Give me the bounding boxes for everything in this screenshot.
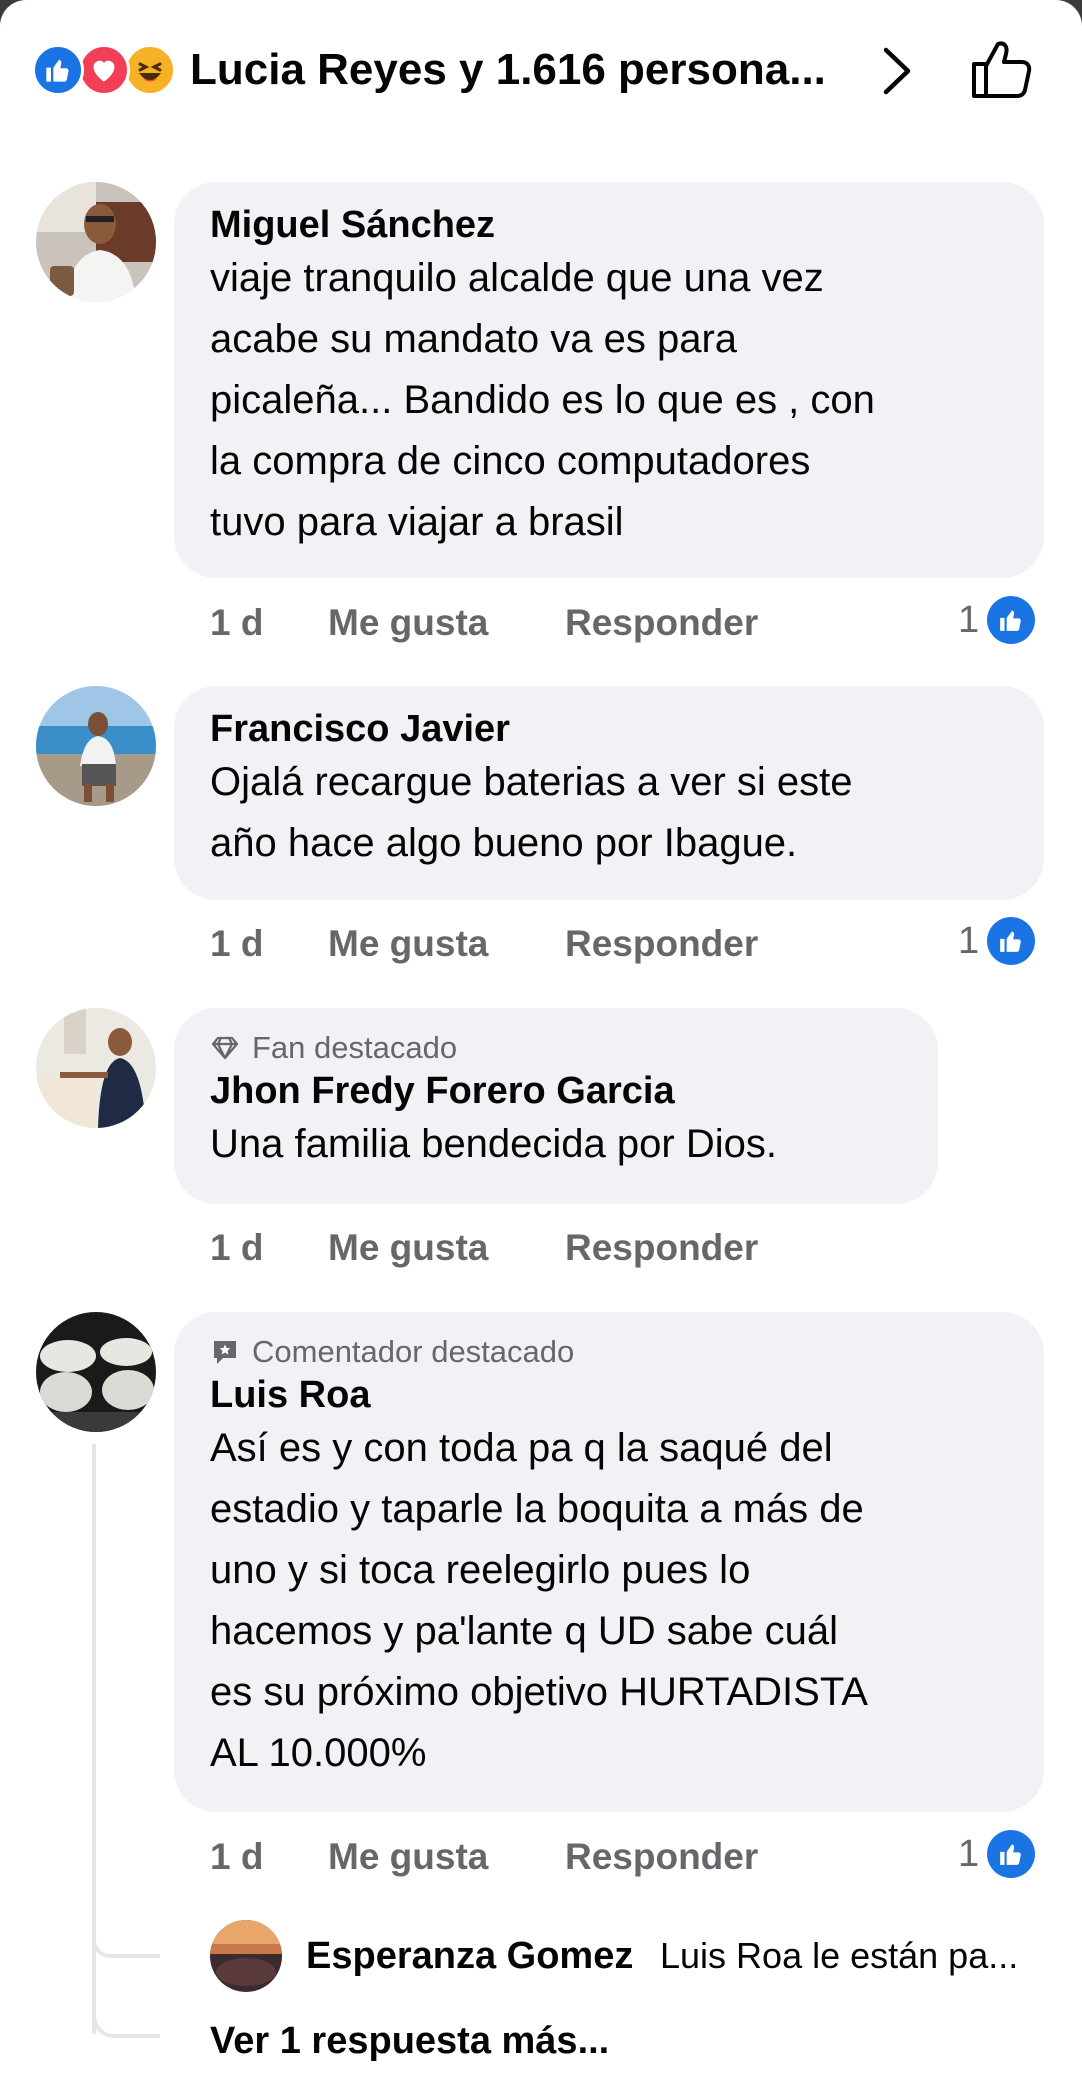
comment-text-line: estadio y taparle la boquita a más de <box>210 1487 864 1531</box>
comment-text-line: Una familia bendecida por Dios. <box>210 1122 777 1166</box>
chevron-right-icon[interactable] <box>876 46 916 96</box>
comment-text-line: picaleña... Bandido es lo que es , con <box>210 378 875 422</box>
comment-bubble[interactable]: Francisco Javier Ojalá recargue baterias… <box>174 686 1044 900</box>
comment-timestamp[interactable]: 1 d <box>210 1832 263 1882</box>
comment-bubble[interactable]: Comentador destacado Luis Roa Así es y c… <box>174 1312 1044 1812</box>
reply-text: Luis Roa le están pa... <box>660 1935 1019 1976</box>
like-count-number: 1 <box>958 598 980 641</box>
like-count-number: 1 <box>958 919 980 962</box>
comment-text-line: hacemos y pa'lante q UD sabe cuál <box>210 1609 838 1653</box>
view-more-replies-link[interactable]: Ver 1 respuesta más... <box>210 2016 609 2066</box>
comments-sheet: Lucia Reyes y 1.616 persona... Miguel Sá… <box>0 0 1082 2082</box>
comment-text-line: viaje tranquilo alcalde que una vez <box>210 256 824 300</box>
like-button[interactable]: Me gusta <box>328 919 488 969</box>
avatar[interactable] <box>36 1008 156 1128</box>
comment-text-line: acabe su mandato va es para <box>210 317 738 361</box>
like-reaction-icon <box>32 44 84 96</box>
comment-text-line: la compra de cinco computadores <box>210 439 811 483</box>
comment-actions: 1 d Me gusta Responder <box>210 598 810 648</box>
avatar[interactable] <box>36 1312 156 1432</box>
top-commenter-badge: Comentador destacado <box>210 1332 1008 1372</box>
like-button[interactable]: Me gusta <box>328 1223 488 1273</box>
comment-actions: 1 d Me gusta Responder <box>210 919 810 969</box>
like-button[interactable]: Me gusta <box>328 1832 488 1882</box>
reply-button[interactable]: Responder <box>565 1223 758 1273</box>
thumbs-up-icon[interactable] <box>968 36 1034 102</box>
like-count-number: 1 <box>958 1832 980 1875</box>
comment-text-line: es su próximo objetivo HURTADISTA <box>210 1670 868 1714</box>
comment-author[interactable]: Francisco Javier <box>210 706 1008 752</box>
comment-text-line: año hace algo bueno por Ibague. <box>210 821 798 865</box>
speech-bubble-star-icon <box>214 1341 236 1364</box>
comment-timestamp[interactable]: 1 d <box>210 598 263 648</box>
like-count[interactable]: 1 <box>958 1828 1036 1880</box>
reply-preview[interactable]: Esperanza Gomez Luis Roa le están pa... <box>210 1920 1050 1992</box>
love-reaction-icon <box>78 44 130 96</box>
like-badge-icon <box>987 596 1036 644</box>
comment-timestamp[interactable]: 1 d <box>210 919 263 969</box>
like-badge-icon <box>987 1830 1036 1878</box>
diamond-icon <box>211 1036 239 1060</box>
reply-button[interactable]: Responder <box>565 1832 758 1882</box>
badge-label: Comentador destacado <box>252 1334 575 1369</box>
reply-author[interactable]: Esperanza Gomez <box>306 1932 633 1980</box>
thread-branch <box>92 2016 160 2038</box>
comment-text-line: AL 10.000% <box>210 1731 427 1775</box>
reply-button[interactable]: Responder <box>565 598 758 648</box>
like-count[interactable]: 1 <box>958 594 1036 646</box>
comment-text-line: Ojalá recargue baterias a ver si este <box>210 760 853 804</box>
comment-text-line: uno y si toca reelegirlo pues lo <box>210 1548 751 1592</box>
comment-author[interactable]: Luis Roa <box>210 1372 1008 1418</box>
comment-actions: 1 d Me gusta Responder <box>210 1832 810 1882</box>
badge-label: Fan destacado <box>252 1030 458 1065</box>
like-button[interactable]: Me gusta <box>328 598 488 648</box>
comment-actions: 1 d Me gusta Responder <box>210 1223 810 1273</box>
comment-text-line: tuvo para viajar a brasil <box>210 500 624 544</box>
thread-branch <box>92 1940 160 1958</box>
comment-timestamp[interactable]: 1 d <box>210 1223 263 1273</box>
like-badge-icon <box>987 917 1036 965</box>
top-fan-badge: Fan destacado <box>210 1028 902 1068</box>
avatar[interactable] <box>36 686 156 806</box>
comment-bubble[interactable]: Fan destacado Jhon Fredy Forero Garcia U… <box>174 1008 938 1204</box>
haha-reaction-icon <box>124 44 176 96</box>
reactions-summary[interactable]: Lucia Reyes y 1.616 persona... <box>190 42 860 98</box>
reactions-header[interactable]: Lucia Reyes y 1.616 persona... <box>0 0 1082 140</box>
reaction-icons <box>32 44 182 96</box>
like-count[interactable]: 1 <box>958 915 1036 967</box>
avatar[interactable] <box>210 1920 282 1992</box>
comment-text-line: Así es y con toda pa q la saqué del <box>210 1426 833 1470</box>
reply-button[interactable]: Responder <box>565 919 758 969</box>
comment-bubble[interactable]: Miguel Sánchez viaje tranquilo alcalde q… <box>174 182 1044 578</box>
comment-author[interactable]: Miguel Sánchez <box>210 202 1008 248</box>
avatar[interactable] <box>36 182 156 302</box>
comment-author[interactable]: Jhon Fredy Forero Garcia <box>210 1068 902 1114</box>
